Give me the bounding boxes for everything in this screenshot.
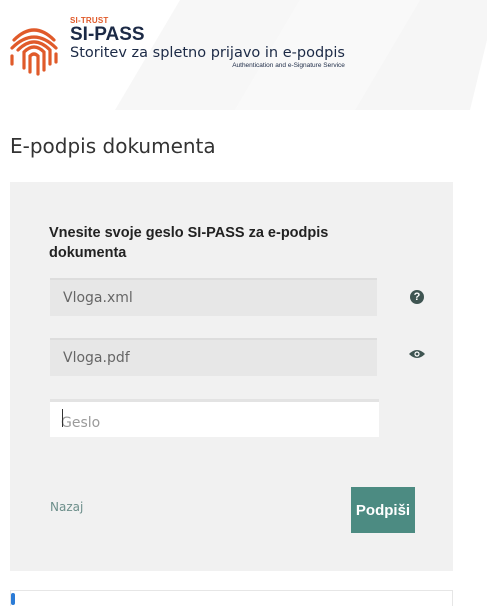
brand-title: SI-PASS (70, 24, 145, 45)
question-icon[interactable]: ? (410, 290, 424, 304)
document-field-xml: Vloga.xml (50, 278, 377, 316)
sign-button[interactable]: Podpiši (351, 487, 415, 533)
si-pass-fingerprint-logo (10, 28, 58, 76)
document-field-pdf: Vloga.pdf (50, 338, 377, 376)
bottom-accent-bar (11, 593, 15, 605)
form-heading: Vnesite svoje geslo SI-PASS za e-podpis … (49, 225, 329, 261)
eye-icon[interactable] (408, 348, 426, 360)
signature-form: Vnesite svoje geslo SI-PASS za e-podpis … (10, 182, 453, 571)
password-input[interactable] (50, 399, 379, 437)
bottom-panel (10, 590, 453, 606)
page-title: E-podpis dokumenta (10, 134, 216, 158)
brand-subtitle: Storitev za spletno prijavo in e-podpis (70, 45, 345, 61)
brand-tagline: Authentication and e-Signature Service (232, 62, 345, 69)
back-link[interactable]: Nazaj (50, 500, 83, 514)
text-caret (62, 409, 63, 427)
brand-header: SI-TRUST SI-PASS Storitev za spletno pri… (8, 16, 345, 76)
